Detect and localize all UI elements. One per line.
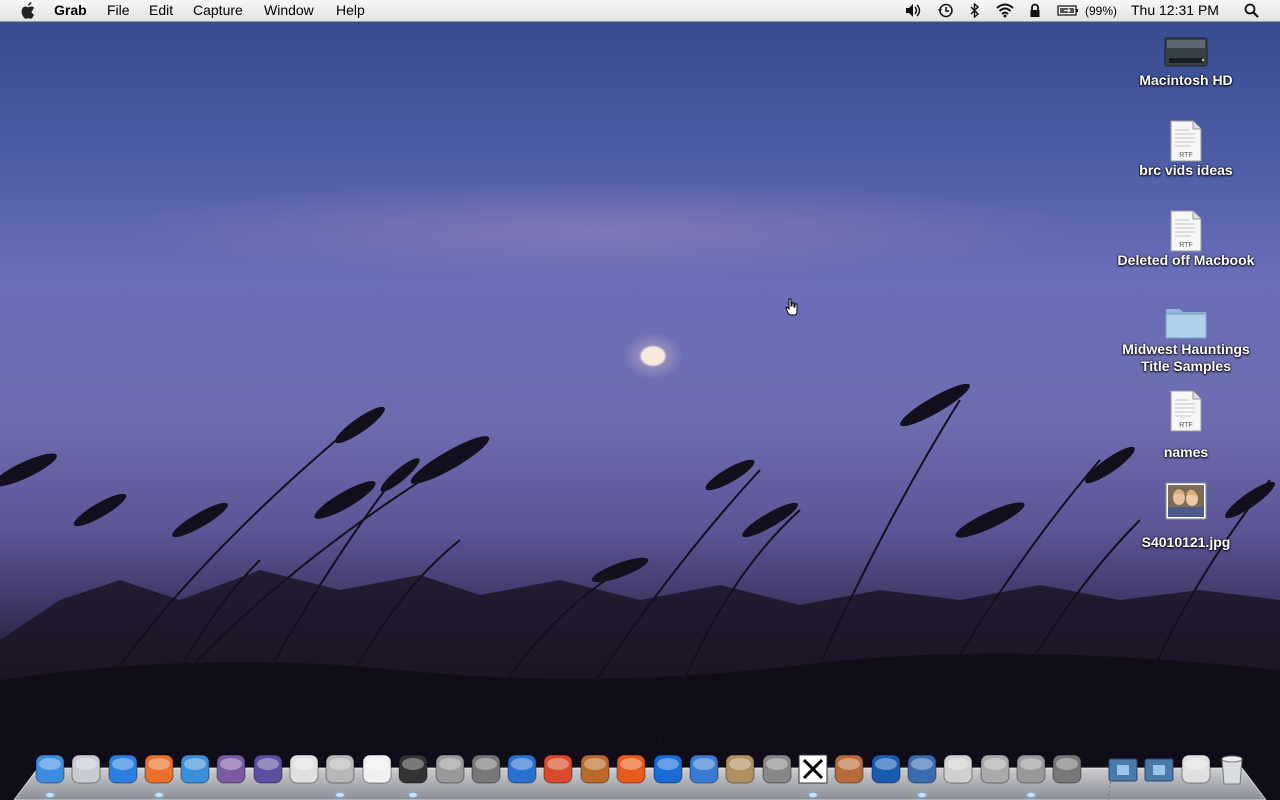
dock-itunes-icon[interactable] <box>107 753 139 786</box>
spotlight-icon[interactable] <box>1244 3 1259 18</box>
dock-quicktime-icon[interactable] <box>652 753 684 786</box>
dock-photo-viewer-icon[interactable] <box>906 753 938 797</box>
rtf-tag: RTF <box>1179 422 1192 429</box>
rtf-tag: RTF <box>1179 152 1192 159</box>
menubar-clock[interactable]: Thu 12:31 PM <box>1131 2 1219 19</box>
running-indicator <box>809 793 817 797</box>
volume-icon[interactable] <box>905 3 921 18</box>
dock-disk-utility-icon[interactable] <box>979 753 1011 786</box>
desktop-item-midwest-hauntings[interactable]: Midwest Hauntings Title Samples <box>1106 303 1266 375</box>
dock-iphoto-icon[interactable] <box>688 753 720 786</box>
desktop-item-s4010121-jpg[interactable]: S4010121.jpg <box>1106 482 1266 551</box>
dock-tor-icon[interactable] <box>215 753 247 786</box>
desktop-item-deleted-off-macbook[interactable]: RTF Deleted off Macbook <box>1106 210 1266 269</box>
dock-firefox-icon[interactable] <box>143 753 175 797</box>
dock-final-cut-icon[interactable] <box>397 753 429 797</box>
dock-photo-booth-icon[interactable] <box>870 753 902 786</box>
battery-percent[interactable]: (99%) <box>1085 3 1117 20</box>
folder-icon <box>1165 309 1207 339</box>
dock-migration-icon[interactable] <box>942 753 974 786</box>
photo-thumbnail-icon <box>1165 482 1207 520</box>
dock-x11-icon[interactable] <box>797 753 829 797</box>
desktop-item-label: names <box>1163 444 1209 460</box>
desktop-wallpaper <box>0 383 1280 800</box>
dock-garageband-icon[interactable] <box>579 753 611 786</box>
dock-imovie-star-icon[interactable] <box>470 753 502 786</box>
dock-textedit-icon[interactable] <box>361 753 393 786</box>
dock-gimp-icon[interactable] <box>761 753 793 786</box>
dock-trash-icon[interactable] <box>1216 753 1248 786</box>
running-indicator <box>155 793 163 797</box>
hand-cursor-icon <box>785 298 798 316</box>
menu-window[interactable]: Window <box>264 2 314 19</box>
desktop-item-label: Macintosh HD <box>1139 72 1233 88</box>
wifi-icon[interactable] <box>995 3 1015 18</box>
desktop-item-label: Deleted off Macbook <box>1117 252 1255 268</box>
lock-icon[interactable] <box>1029 3 1041 18</box>
dock-audacity-icon[interactable] <box>615 753 647 786</box>
desktop-item-names[interactable]: RTF names <box>1106 390 1266 461</box>
dock-calculator-icon[interactable] <box>324 753 356 797</box>
dock-safari-icon[interactable] <box>179 753 211 786</box>
time-machine-icon[interactable] <box>937 3 954 18</box>
bluetooth-icon[interactable] <box>970 3 980 18</box>
running-indicator <box>409 793 417 797</box>
running-indicator <box>336 793 344 797</box>
dock-directory-utility-icon[interactable] <box>1051 753 1083 786</box>
dock-motion-icon[interactable] <box>434 753 466 786</box>
desktop-item-label-line1: Midwest Hauntings <box>1122 341 1250 357</box>
dock-preview-icon[interactable] <box>724 753 756 786</box>
rtf-document-icon: RTF <box>1170 120 1202 162</box>
menu-file[interactable]: File <box>107 2 130 19</box>
desktop-item-label-line2: Title Samples <box>1140 358 1231 374</box>
menu-edit[interactable]: Edit <box>149 2 173 19</box>
dock-script-editor-icon[interactable] <box>288 753 320 786</box>
desktop-item-macintosh-hd[interactable]: Macintosh HD <box>1106 32 1266 89</box>
dock-downloads-stack-icon[interactable] <box>1180 753 1212 786</box>
desktop-item-label: brc vids ideas <box>1139 162 1233 178</box>
menu-help[interactable]: Help <box>336 2 365 19</box>
apple-menu-icon[interactable] <box>20 2 35 19</box>
dock-cocktail-icon[interactable] <box>542 753 574 786</box>
dock-mail-icon[interactable] <box>70 753 102 786</box>
dock-system-preferences-icon[interactable] <box>1015 753 1047 797</box>
rtf-document-icon: RTF <box>1170 210 1202 252</box>
app-name-menu[interactable]: Grab <box>54 2 87 19</box>
rtf-tag: RTF <box>1179 242 1192 249</box>
running-indicator <box>918 793 926 797</box>
hard-drive-icon <box>1164 37 1208 67</box>
dock-documents-folder-icon[interactable] <box>1143 753 1175 786</box>
running-indicator <box>46 793 54 797</box>
battery-icon[interactable] <box>1057 3 1079 18</box>
dock-applications-folder-icon[interactable] <box>1107 753 1139 786</box>
desktop-item-brc-vids-ideas[interactable]: RTF brc vids ideas <box>1106 120 1266 179</box>
dock-idvd-icon[interactable] <box>506 753 538 786</box>
dock-image-capture-icon[interactable] <box>833 753 865 786</box>
running-indicator <box>1027 793 1035 797</box>
rtf-document-icon: RTF <box>1170 390 1202 432</box>
dock-finder-icon[interactable] <box>34 753 66 797</box>
desktop-item-label: S4010121.jpg <box>1141 534 1231 550</box>
menu-capture[interactable]: Capture <box>193 2 243 19</box>
menu-bar: Grab File Edit Capture Window Help (99%)… <box>0 0 1280 22</box>
dock-dvd-player-icon[interactable] <box>252 753 284 786</box>
